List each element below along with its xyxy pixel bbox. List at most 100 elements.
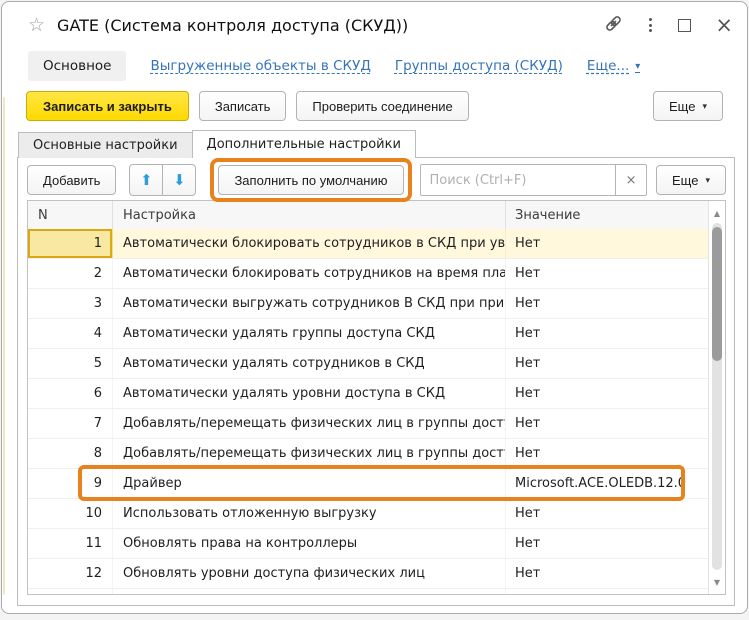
cell-value: Нет <box>506 499 709 528</box>
move-up-button[interactable]: ⬆ <box>129 164 163 196</box>
cell-row-number: 8 <box>28 439 113 468</box>
reorder-buttons: ⬆ ⬇ <box>129 164 196 196</box>
cell-setting: Автоматически выгружать сотрудников В СК… <box>113 289 506 318</box>
table-row[interactable]: 11Обновлять права на контроллерыНет <box>28 529 709 559</box>
table-row[interactable]: 5Автоматически удалять сотрудников в СКД… <box>28 349 709 379</box>
fill-by-default-button[interactable]: Заполнить по умолчанию <box>218 165 403 195</box>
close-icon[interactable]: × <box>715 15 733 36</box>
cell-setting: Автоматически удалять сотрудников в СКД <box>113 349 506 378</box>
cell-value: Нет <box>506 379 709 408</box>
table-row[interactable]: 12Обновлять уровни доступа физических ли… <box>28 559 709 589</box>
favorite-star-icon[interactable]: ☆ <box>28 16 45 35</box>
cell-setting: Автоматически блокировать сотрудников на… <box>113 259 506 288</box>
app-window: ☆ GATE (Система контроля доступа (СКУД))… <box>1 1 748 614</box>
column-header-setting[interactable]: Настройка <box>113 201 506 229</box>
arrow-up-icon: ⬆ <box>140 171 153 189</box>
search-box: × <box>420 164 648 196</box>
search-clear-icon[interactable]: × <box>615 165 646 195</box>
cell-value: Нет <box>506 409 709 438</box>
settings-table: N Настройка Значение 1Автоматически блок… <box>27 200 726 595</box>
cell-row-number: 13 <box>28 589 113 594</box>
nav-bar: Основное Выгруженные объекты в СКУД Груп… <box>2 48 747 84</box>
cell-row-number: 10 <box>28 499 113 528</box>
chevron-down-icon: ▾ <box>702 101 707 112</box>
cell-value: Нет <box>506 319 709 348</box>
cell-row-number: 1 <box>28 229 113 258</box>
cell-row-number: 3 <box>28 289 113 318</box>
table-row[interactable]: 4Автоматически удалять группы доступа СК… <box>28 319 709 349</box>
cell-value: Нет <box>506 289 709 318</box>
table-row[interactable]: 7Добавлять/перемещать физических лиц в г… <box>28 409 709 439</box>
table-header: N Настройка Значение <box>28 201 725 230</box>
scroll-down-icon[interactable]: ▼ <box>709 574 725 590</box>
cell-value: Нет <box>506 259 709 288</box>
tab-main-settings[interactable]: Основные настройки <box>18 132 193 158</box>
table-row[interactable]: 8Добавлять/перемещать физических лиц в г… <box>28 439 709 469</box>
nav-item-main[interactable]: Основное <box>28 51 126 81</box>
copy-link-icon[interactable] <box>604 14 623 37</box>
more-actions-label: Еще <box>669 99 695 114</box>
additional-settings-panel: Добавить ⬆ ⬇ Заполнить по умолчанию × Ещ… <box>17 157 735 606</box>
cell-row-number: 6 <box>28 379 113 408</box>
nav-link-unloaded-objects[interactable]: Выгруженные объекты в СКУД <box>150 58 370 74</box>
table-more-button[interactable]: Еще ▾ <box>656 165 726 195</box>
column-header-n[interactable]: N <box>28 201 113 229</box>
cell-row-number: 9 <box>28 469 113 498</box>
window-left-accent <box>3 97 5 595</box>
cell-setting: Автоматически блокировать сотрудников в … <box>113 229 506 258</box>
cell-row-number: 11 <box>28 529 113 558</box>
command-bar: Записать и закрыть Записать Проверить со… <box>2 88 747 124</box>
cell-row-number: 2 <box>28 259 113 288</box>
cell-value: Нет <box>506 529 709 558</box>
tab-additional-settings[interactable]: Дополнительные настройки <box>192 130 416 158</box>
table-row[interactable]: 9ДрайверMicrosoft.ACE.OLEDB.12.0 <box>28 469 709 499</box>
table-toolbar: Добавить ⬆ ⬇ Заполнить по умолчанию × Ещ… <box>27 163 726 197</box>
search-input[interactable] <box>421 165 616 195</box>
save-and-close-button[interactable]: Записать и закрыть <box>26 91 189 121</box>
cell-value: Нет <box>506 439 709 468</box>
arrow-down-icon: ⬇ <box>173 171 186 189</box>
save-button[interactable]: Записать <box>199 91 287 121</box>
cell-setting: Обновлять права на контроллеры <box>113 529 506 558</box>
table-row[interactable]: 10Использовать отложенную выгрузкуНет <box>28 499 709 529</box>
table-row[interactable]: 3Автоматически выгружать сотрудников В С… <box>28 289 709 319</box>
cell-setting: Использовать отложенную выгрузку <box>113 499 506 528</box>
cell-row-number: 5 <box>28 349 113 378</box>
cell-value: Нет <box>506 559 709 588</box>
nav-link-access-groups[interactable]: Группы доступа (СКУД) <box>395 58 563 74</box>
check-connection-button[interactable]: Проверить соединение <box>296 91 468 121</box>
table-row[interactable]: 2Автоматически блокировать сотрудников н… <box>28 259 709 289</box>
cell-value: Microsoft.ACE.OLEDB.12.0 <box>506 469 709 498</box>
table-row[interactable]: 6Автоматически удалять уровни доступа в … <box>28 379 709 409</box>
cell-setting: Обновлять уровни доступа физических лиц <box>113 559 506 588</box>
scroll-up-icon[interactable]: ▲ <box>709 205 725 221</box>
scrollbar-thumb[interactable] <box>712 227 722 361</box>
nav-more-menu[interactable]: Еще... ▾ <box>587 58 640 74</box>
cell-setting: Обновлять уровни доступа физических лиц … <box>113 589 506 594</box>
column-header-value[interactable]: Значение <box>506 201 725 229</box>
cell-row-number: 7 <box>28 409 113 438</box>
nav-more-label: Еще... <box>587 58 629 74</box>
cell-value: Нет <box>506 349 709 378</box>
chevron-down-icon: ▾ <box>635 61 640 72</box>
maximize-icon[interactable] <box>678 19 691 32</box>
window-menu-icon[interactable] <box>647 16 654 34</box>
vertical-scrollbar[interactable]: ▲ ▼ <box>708 201 725 594</box>
chevron-down-icon: ▾ <box>705 175 710 186</box>
cell-setting: Добавлять/перемещать физических лиц в гр… <box>113 409 506 438</box>
table-more-label: Еще <box>672 173 698 188</box>
cell-setting: Автоматически удалять группы доступа СКД <box>113 319 506 348</box>
settings-tabs: Основные настройки Дополнительные настро… <box>18 131 416 158</box>
window-title: GATE (Система контроля доступа (СКУД)) <box>57 16 408 35</box>
fill-default-highlight-box: Заполнить по умолчанию <box>210 158 411 202</box>
title-bar: ☆ GATE (Система контроля доступа (СКУД))… <box>2 2 747 48</box>
add-button[interactable]: Добавить <box>27 165 116 195</box>
move-down-button[interactable]: ⬇ <box>162 164 196 196</box>
table-row[interactable]: 1Автоматически блокировать сотрудников в… <box>28 229 709 259</box>
cell-row-number: 4 <box>28 319 113 348</box>
cell-setting: Драйвер <box>113 469 506 498</box>
more-actions-button[interactable]: Еще ▾ <box>653 91 723 121</box>
cell-value: Нет <box>506 589 709 594</box>
cell-setting: Автоматически удалять уровни доступа в С… <box>113 379 506 408</box>
table-row[interactable]: 13Обновлять уровни доступа физических ли… <box>28 589 709 594</box>
